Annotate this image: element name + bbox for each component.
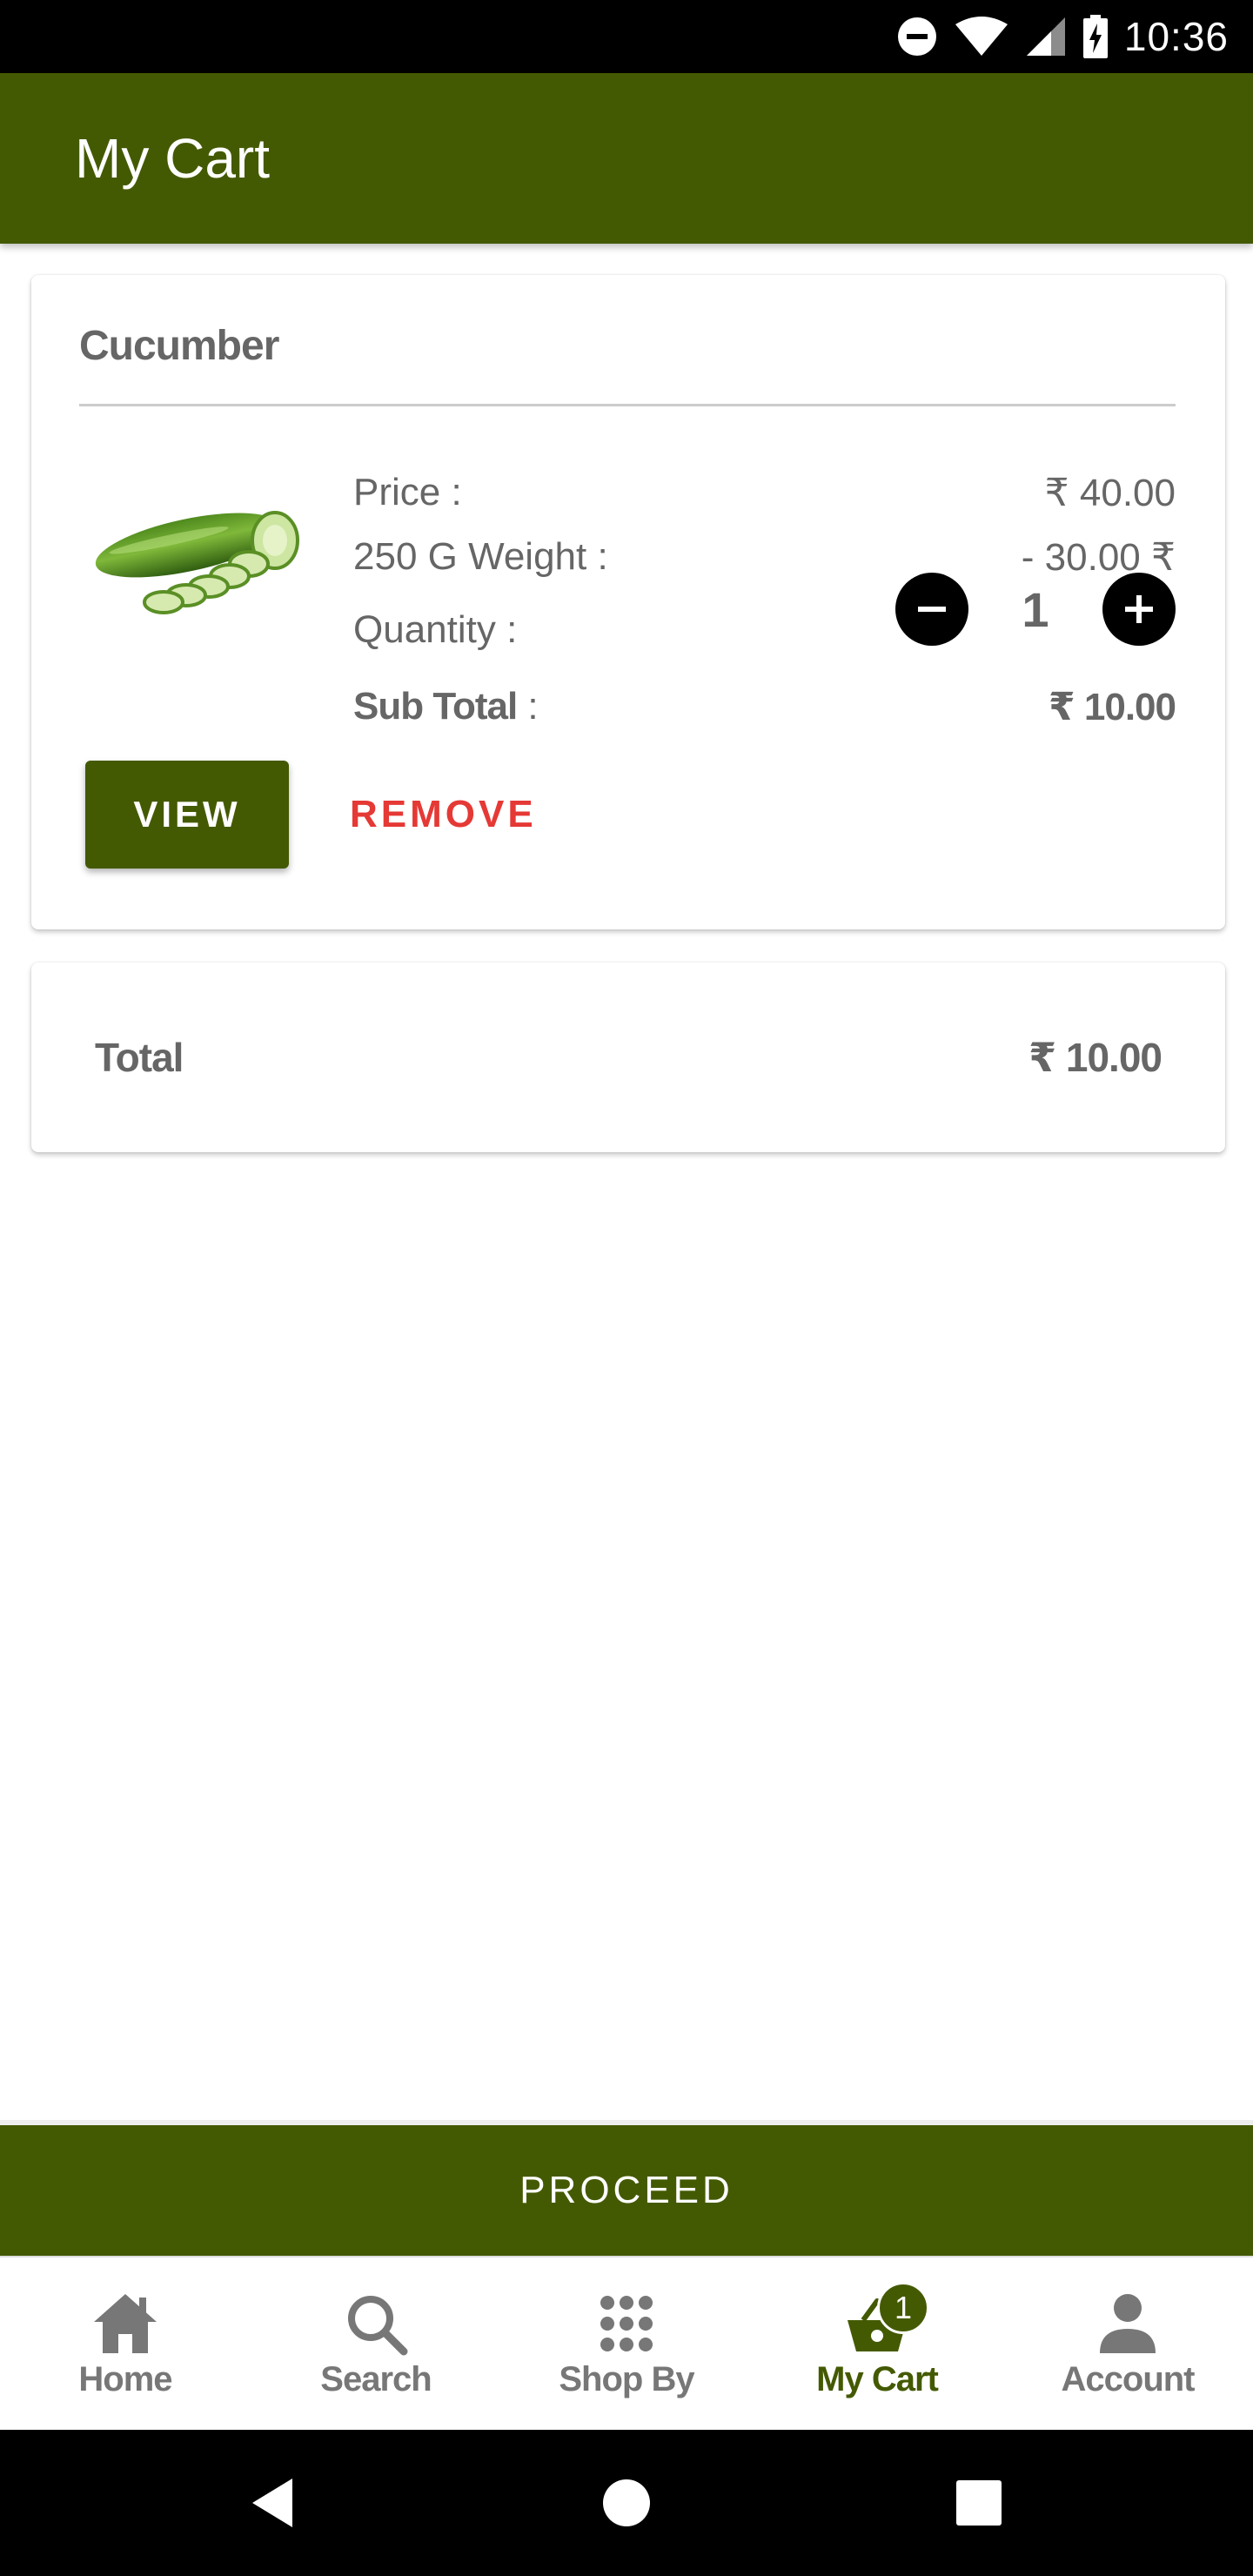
- price-row: Price : ₹ 40.00: [353, 466, 1176, 519]
- home-circle-icon: [603, 2479, 650, 2526]
- remove-button[interactable]: REMOVE: [350, 761, 537, 869]
- decrease-quantity-button[interactable]: [895, 573, 968, 646]
- minus-icon: [918, 607, 946, 612]
- wifi-icon: [955, 17, 1008, 56]
- status-time: 10:36: [1123, 14, 1229, 59]
- page-title: My Cart: [75, 127, 270, 190]
- basket-icon-wrap: 1: [842, 2281, 929, 2358]
- nav-item-home[interactable]: Home: [0, 2257, 251, 2430]
- signal-icon: [1026, 17, 1065, 56]
- battery-charging-icon: [1082, 15, 1108, 58]
- total-value: ₹ 10.00: [1029, 1035, 1163, 1080]
- price-value: ₹ 40.00: [1044, 471, 1176, 514]
- quantity-stepper: 1: [895, 573, 1176, 646]
- recents-button[interactable]: [955, 2430, 1002, 2576]
- subtotal-label: Sub Total: [353, 685, 518, 728]
- recents-icon: [956, 2480, 1002, 2526]
- weight-label: 250 G Weight :: [353, 535, 608, 578]
- nav-item-shop-by[interactable]: Shop By: [501, 2257, 752, 2430]
- cart-badge: 1: [877, 2281, 929, 2334]
- bottom-nav: Home Search Shop By 1 My Cart Account: [0, 2256, 1253, 2430]
- subtotal-value: ₹ 10.00: [1049, 685, 1176, 728]
- grid-icon: [600, 2295, 653, 2351]
- home-icon: [94, 2293, 157, 2353]
- item-divider: [79, 404, 1176, 406]
- person-icon: [1100, 2293, 1156, 2353]
- increase-quantity-button[interactable]: [1102, 573, 1176, 646]
- app-bar: My Cart: [0, 73, 1253, 244]
- total-card: Total ₹ 10.00: [31, 963, 1225, 1152]
- nav-label-my-cart: My Cart: [816, 2359, 939, 2398]
- nav-label-search: Search: [320, 2359, 432, 2398]
- total-label: Total: [95, 1035, 184, 1080]
- nav-item-account[interactable]: Account: [1002, 2257, 1253, 2430]
- nav-item-search[interactable]: Search: [251, 2257, 501, 2430]
- quantity-label: Quantity :: [353, 608, 518, 651]
- search-icon: [348, 2295, 408, 2355]
- nav-label-account: Account: [1061, 2359, 1196, 2398]
- item-name: Cucumber: [79, 323, 279, 369]
- status-bar: 10:36: [0, 0, 1253, 73]
- do-not-disturb-icon: [897, 17, 936, 56]
- back-button[interactable]: [249, 2430, 298, 2576]
- subtotal-row: Sub Total : ₹ 10.00: [353, 681, 1176, 733]
- price-label: Price :: [353, 471, 462, 513]
- view-button[interactable]: VIEW: [85, 761, 289, 869]
- plus-icon: [1125, 595, 1153, 623]
- nav-label-home: Home: [78, 2359, 172, 2398]
- back-icon: [252, 2479, 292, 2527]
- cucumber-image: [95, 511, 299, 614]
- proceed-button[interactable]: PROCEED: [0, 2120, 1253, 2256]
- home-button[interactable]: [602, 2430, 651, 2576]
- nav-label-shop-by: Shop By: [559, 2359, 694, 2398]
- quantity-value: 1: [1022, 581, 1049, 637]
- cart-item-card: Cucumber Price : ₹ 40.00 250 G Weight : …: [31, 275, 1225, 929]
- nav-item-my-cart[interactable]: 1 My Cart: [752, 2257, 1002, 2430]
- quantity-row: Quantity :: [353, 604, 875, 656]
- system-nav-bar: [0, 2430, 1253, 2576]
- subtotal-colon: :: [517, 685, 539, 728]
